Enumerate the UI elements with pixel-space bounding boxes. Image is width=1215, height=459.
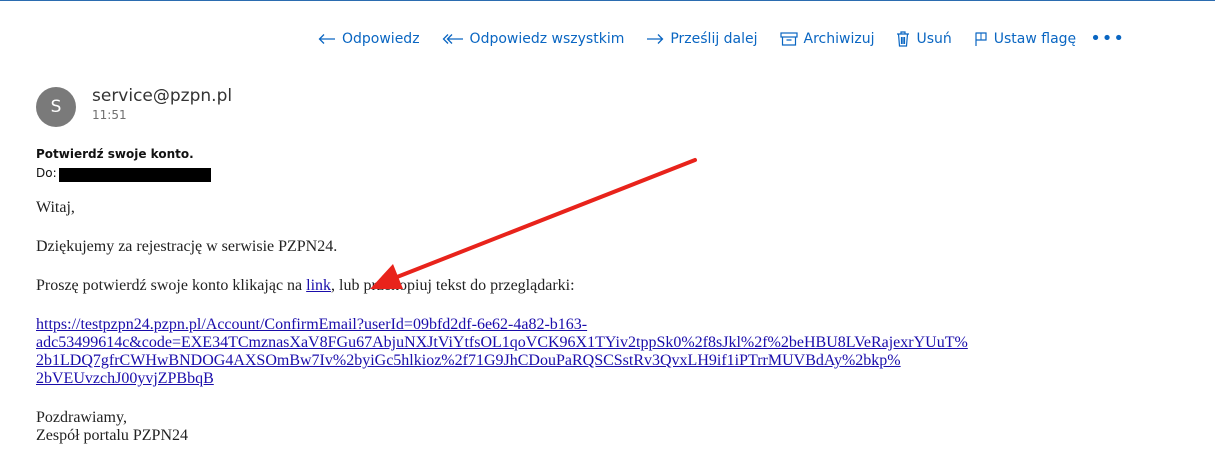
forward-label: Prześlij dalej [670,31,758,47]
confirm-line: Proszę potwierdź swoje konto klikając na… [36,277,1176,295]
url-line: 2b1LDQ7gfrCWHwBNDOG4AXSOmBw7Iv%2byiGc5hl… [36,352,901,369]
message-toolbar: Odpowiedz Odpowiedz wszystkim Prześlij d… [318,29,1125,49]
url-line: adc53499614c&code=EXE34TCmznasXaV8FGu67A… [36,334,968,351]
trash-icon [896,31,910,47]
greeting: Witaj, [36,199,75,216]
message-body: Witaj, Dziękujemy za rejestrację w serwi… [36,199,1176,445]
arrow-left-icon [318,33,336,45]
sender-address[interactable]: service@pzpn.pl [92,86,232,106]
confirm-text-before: Proszę potwierdź swoje konto klikając na [36,277,307,294]
forward-button[interactable]: Prześlij dalej [646,31,758,47]
flag-button[interactable]: Ustaw flagę [974,31,1076,47]
reply-button[interactable]: Odpowiedz [318,31,420,47]
to-label: Do: [36,166,57,180]
top-border [0,0,1215,1]
reply-label: Odpowiedz [342,31,420,47]
reply-all-button[interactable]: Odpowiedz wszystkim [442,31,625,47]
delete-label: Usuń [916,31,952,47]
archive-label: Archiwizuj [803,31,875,47]
archive-button[interactable]: Archiwizuj [779,31,875,47]
flag-label: Ustaw flagę [993,31,1077,47]
confirm-link[interactable]: link [306,277,331,294]
message-subject: Potwierdź swoje konto. [36,147,194,161]
avatar: S [36,87,76,127]
url-line: https://testpzpn24.pzpn.pl/Account/Confi… [36,316,588,333]
reply-all-label: Odpowiedz wszystkim [469,31,625,47]
confirm-text-after: , lub przekopiuj tekst do przeglądarki: [331,277,575,294]
double-arrow-left-icon [442,33,464,45]
url-line: 2bVEUvzchJ00yvjZPBbqB [36,370,214,387]
archive-icon [779,32,798,46]
signature-line: Zespół portalu PZPN24 [36,427,188,444]
flag-icon [974,31,988,47]
delete-button[interactable]: Usuń [896,31,952,47]
redacted-recipient [59,168,211,182]
confirm-url[interactable]: https://testpzpn24.pzpn.pl/Account/Confi… [36,316,1116,388]
arrow-right-icon [646,33,664,45]
message-time: 11:51 [92,108,127,122]
more-icon[interactable]: ••• [1090,30,1125,48]
thanks-line: Dziękujemy za rejestrację w serwisie PZP… [36,238,338,255]
closing-line: Pozdrawiamy, [36,409,127,426]
